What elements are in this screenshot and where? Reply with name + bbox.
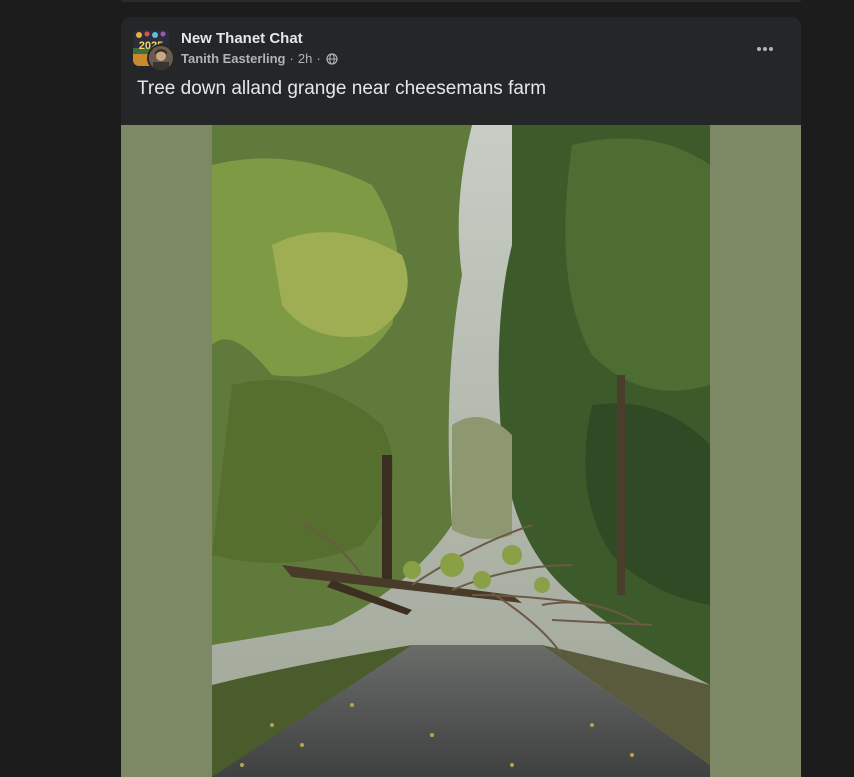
author-avatar-image (149, 46, 173, 70)
more-options-icon (757, 47, 773, 51)
post-card: 2025 New Thanet Chat Tanith Easterling ·… (121, 17, 801, 777)
author-name-link[interactable]: Tanith Easterling (181, 51, 286, 66)
previous-post-card-edge (121, 0, 801, 2)
meta-separator: · (316, 51, 321, 66)
post-message: Tree down alland grange near cheesemans … (137, 78, 547, 99)
fallen-tree-photo (212, 125, 710, 777)
post-media[interactable] (121, 125, 801, 777)
post-photo[interactable] (212, 125, 710, 777)
post-meta: Tanith Easterling · 2h · (181, 51, 338, 66)
more-options-button[interactable] (753, 37, 777, 61)
globe-icon[interactable] (326, 52, 338, 65)
group-name-link[interactable]: New Thanet Chat (181, 30, 303, 47)
post-time-link[interactable]: 2h (298, 51, 312, 66)
meta-separator: · (289, 51, 294, 66)
author-avatar[interactable] (147, 44, 175, 72)
post-header: 2025 New Thanet Chat Tanith Easterling ·… (133, 29, 789, 72)
